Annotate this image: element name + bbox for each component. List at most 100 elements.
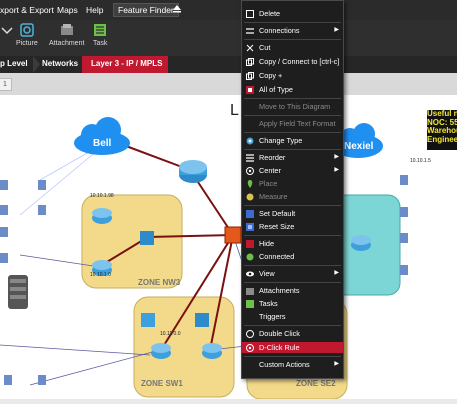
router-core[interactable] bbox=[179, 160, 207, 183]
submenu-arrow-icon: ▶ bbox=[334, 167, 339, 173]
cloud-nexiel-label: Nexiel bbox=[344, 141, 374, 152]
task-icon bbox=[94, 24, 107, 36]
delete-icon bbox=[246, 10, 254, 18]
noc-line-4: Engineeri bbox=[427, 134, 457, 144]
submenu-arrow-icon: ▶ bbox=[334, 154, 339, 160]
menu-item-d-click-rule[interactable]: D-Click Rule bbox=[242, 342, 343, 354]
change-type-icon bbox=[246, 137, 254, 145]
menu-item-center[interactable]: Center ▶ bbox=[242, 165, 343, 176]
menu-item-tasks[interactable]: Tasks bbox=[242, 298, 343, 309]
context-menu: Delete Connections ▶ Cut Copy / Connect … bbox=[241, 0, 344, 379]
chevron-right-icon bbox=[33, 56, 40, 73]
picture-icon bbox=[20, 23, 34, 37]
menu-item-copy-plus[interactable]: Copy + bbox=[242, 70, 343, 81]
menu-item-cut[interactable]: Cut bbox=[242, 42, 343, 53]
net-label-3: 10.11.0.0 bbox=[160, 331, 181, 337]
menu-item-copy-connect[interactable]: Copy / Connect to [ctrl-c] bbox=[242, 56, 343, 67]
switch-sw1-b[interactable] bbox=[195, 313, 209, 327]
net-label-1: 10.10.1.98 bbox=[90, 193, 114, 199]
menu-item-reorder[interactable]: Reorder ▶ bbox=[242, 152, 343, 163]
tab-networks[interactable]: Networks bbox=[42, 59, 78, 68]
reset-size-icon bbox=[246, 223, 254, 231]
submenu-arrow-icon: ▶ bbox=[334, 27, 339, 33]
menu-item-attachments[interactable]: Attachments bbox=[242, 285, 343, 296]
zone-nw3-label: ZONE NW3 bbox=[138, 278, 181, 287]
menu-item-connections[interactable]: Connections ▶ bbox=[242, 25, 343, 36]
network-diagram: ZONE NW3 ZONE SW1 ZONE SE2 Bell Nexiel 1… bbox=[0, 102, 431, 400]
switch-sw1[interactable] bbox=[141, 313, 155, 327]
router-nw3-a[interactable] bbox=[92, 208, 112, 224]
center-icon bbox=[246, 167, 254, 175]
diagram-canvas[interactable]: ZONE NW3 ZONE SW1 ZONE SE2 Bell Nexiel 1… bbox=[0, 95, 457, 400]
chevron-down-icon bbox=[1, 27, 13, 35]
connections-icon bbox=[246, 28, 254, 34]
submenu-arrow-icon: ▶ bbox=[334, 270, 339, 276]
set-default-icon bbox=[246, 210, 254, 218]
d-click-rule-icon bbox=[246, 344, 254, 352]
attachments-icon bbox=[246, 288, 254, 295]
copy-icon bbox=[246, 58, 254, 66]
diagram-tabs: p Level Networks Layer 3 - IP / MPLS bbox=[0, 56, 457, 73]
menu-item-measure[interactable]: Measure bbox=[242, 191, 343, 202]
attachment-label: Attachment bbox=[49, 40, 85, 47]
picture-label: Picture bbox=[16, 40, 38, 47]
attachment-icon bbox=[60, 24, 73, 35]
menu-item-apply-field-text[interactable]: Apply Field Text Format bbox=[242, 118, 343, 129]
cloud-bell-label: Bell bbox=[93, 138, 112, 149]
menu-item-delete[interactable]: Delete bbox=[242, 8, 343, 19]
menu-item-place[interactable]: Place bbox=[242, 178, 343, 189]
hide-icon bbox=[246, 240, 254, 248]
measure-icon bbox=[246, 193, 254, 201]
menu-item-all-of-type[interactable]: All of Type bbox=[242, 84, 343, 95]
menu-feature-finder[interactable]: Feature Finder bbox=[113, 3, 179, 17]
menu-item-view[interactable]: View ▶ bbox=[242, 268, 343, 279]
connected-icon bbox=[246, 253, 254, 261]
menu-item-move-to-diagram[interactable]: Move to This Diagram bbox=[242, 101, 343, 112]
menu-item-set-default[interactable]: Set Default bbox=[242, 208, 343, 219]
switch-nw3[interactable] bbox=[140, 231, 154, 245]
menu-item-connected[interactable]: Connected bbox=[242, 251, 343, 262]
menu-item-hide[interactable]: Hide bbox=[242, 238, 343, 249]
noc-info-panel: Useful nu NOC: 555 Warehous Engineeri bbox=[427, 110, 457, 150]
place-icon bbox=[247, 180, 253, 188]
cut-icon bbox=[246, 44, 254, 52]
router-teal[interactable] bbox=[351, 235, 371, 251]
router-sw1-b[interactable] bbox=[202, 343, 222, 359]
all-of-type-icon bbox=[246, 86, 254, 94]
router-sw1-a[interactable] bbox=[151, 343, 171, 359]
server-rack[interactable] bbox=[8, 275, 28, 309]
menu-item-change-type[interactable]: Change Type bbox=[242, 135, 343, 146]
task-button[interactable]: Task bbox=[93, 23, 107, 47]
zone-sw1-label: ZONE SW1 bbox=[141, 379, 183, 388]
menu-item-double-click[interactable]: Double Click bbox=[242, 328, 343, 339]
picture-button[interactable]: Picture bbox=[16, 23, 38, 47]
menubar: xport & Export Maps Help Feature Finder bbox=[0, 0, 457, 20]
menu-item-custom-actions[interactable]: Custom Actions ▶ bbox=[242, 359, 343, 370]
tasks-icon bbox=[246, 300, 254, 308]
double-click-icon bbox=[246, 330, 254, 338]
toolbar-dropdown[interactable] bbox=[0, 23, 14, 40]
menu-item-reset-size[interactable]: Reset Size bbox=[242, 221, 343, 232]
menu-import-export[interactable]: xport & Export bbox=[0, 5, 54, 15]
tab-top-level[interactable]: p Level bbox=[0, 59, 28, 68]
menu-item-triggers[interactable]: Triggers bbox=[242, 311, 343, 322]
copy-plus-icon bbox=[246, 72, 254, 80]
task-label: Task bbox=[93, 40, 108, 47]
tab-layer3[interactable]: Layer 3 - IP / MPLS bbox=[91, 59, 162, 68]
menu-maps[interactable]: Maps bbox=[57, 5, 78, 15]
attachment-button[interactable]: Attachment bbox=[49, 23, 84, 47]
eject-icon[interactable] bbox=[172, 4, 182, 16]
net-label-4: 10.10.1.5 bbox=[410, 158, 431, 164]
page-strip bbox=[0, 73, 457, 95]
submenu-arrow-icon: ▶ bbox=[334, 361, 339, 367]
cloud-bell[interactable]: Bell bbox=[74, 117, 130, 155]
net-label-2: 10.10.1.0 bbox=[90, 272, 111, 278]
toolbar: Picture Attachment Task bbox=[0, 20, 457, 56]
reorder-icon bbox=[246, 154, 254, 162]
page-number[interactable]: 1 bbox=[0, 78, 12, 91]
menu-help[interactable]: Help bbox=[86, 5, 103, 15]
selected-device[interactable] bbox=[224, 226, 242, 244]
zone-se2-label: ZONE SE2 bbox=[296, 379, 336, 388]
diagram-title: L bbox=[230, 102, 239, 119]
view-icon bbox=[246, 271, 254, 277]
